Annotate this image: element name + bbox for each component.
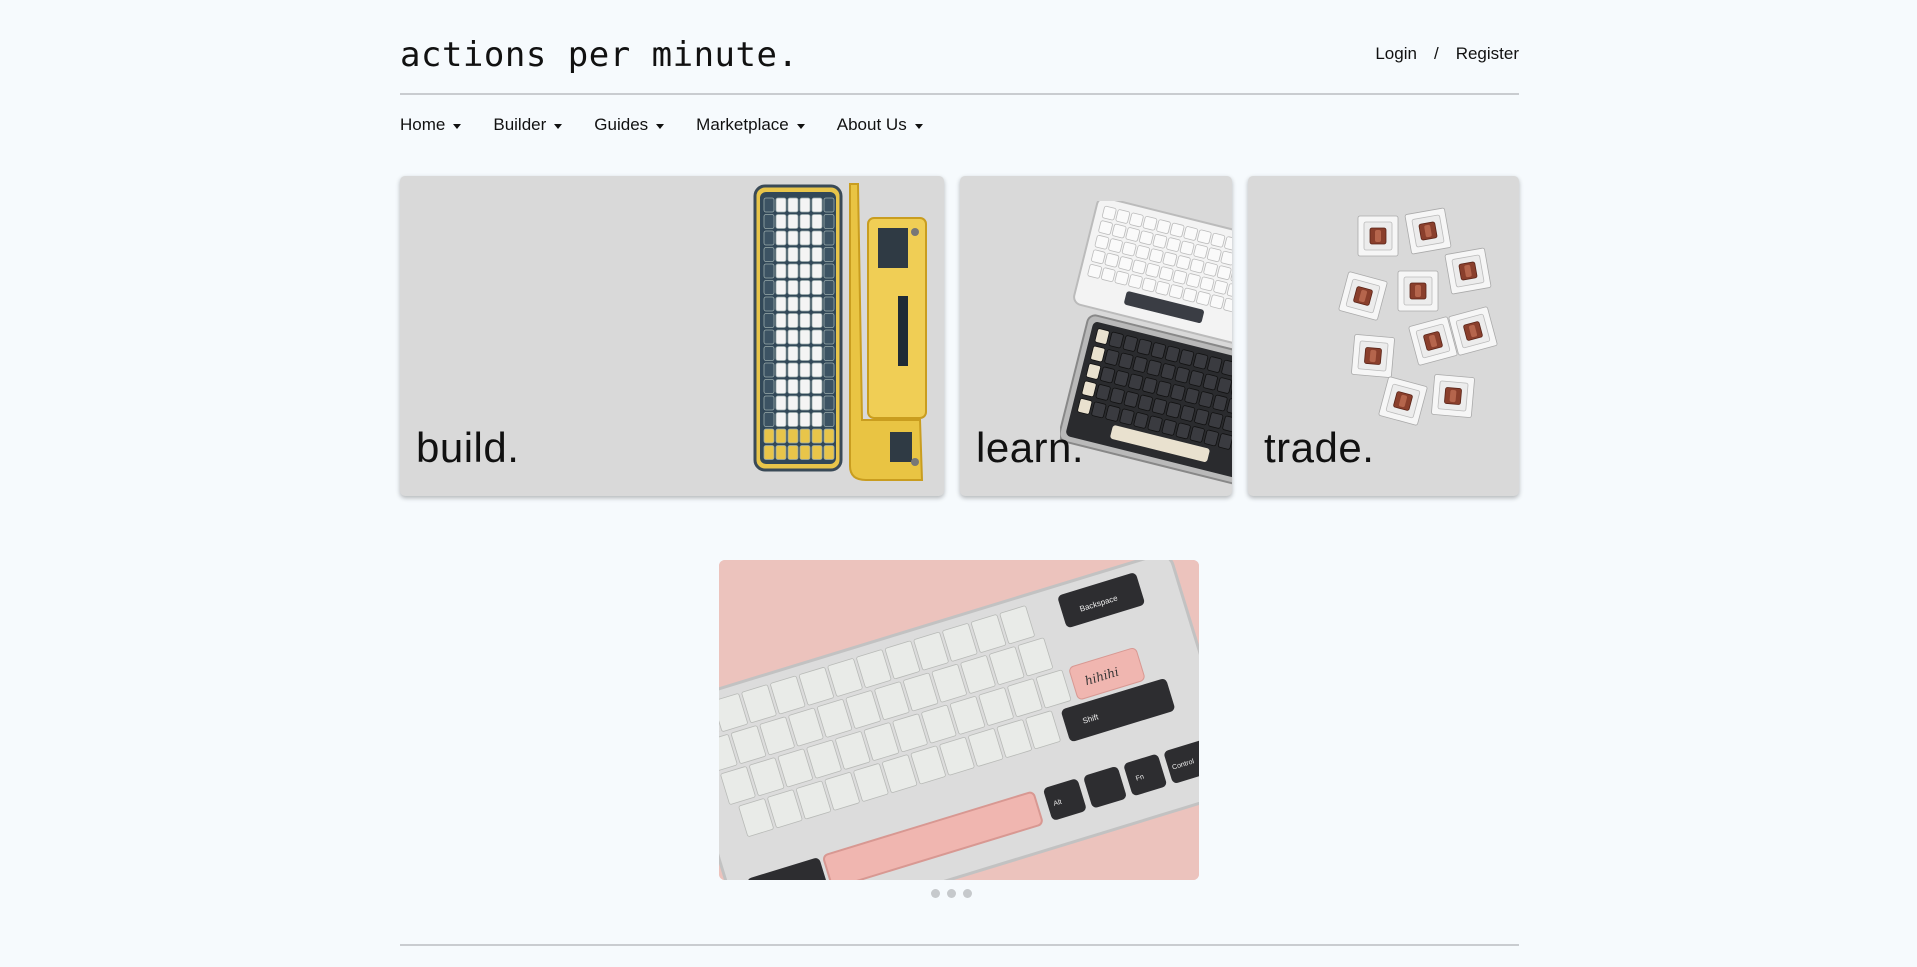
nav-guides[interactable]: Guides [594,113,665,137]
login-link[interactable]: Login [1375,44,1417,64]
nav-marketplace[interactable]: Marketplace [696,113,805,137]
nav-guides-label: Guides [594,115,649,134]
caret-down-icon [796,123,805,129]
trade-card-label: trade. [1264,424,1375,471]
caret-down-icon [656,123,665,129]
register-link[interactable]: Register [1456,44,1519,64]
feature-cards: build. learn. trade. [400,176,1519,497]
nav-about-us[interactable]: About Us [837,113,923,137]
site-logo[interactable]: actions per minute. [400,33,798,77]
carousel-indicators [931,889,972,898]
nav-home[interactable]: Home [400,113,462,137]
trade-card[interactable]: trade. [1248,176,1519,496]
carousel-dot-3[interactable] [963,889,972,898]
auth-links: Login / Register [1375,44,1519,64]
nav-builder-label: Builder [493,115,547,134]
header: actions per minute. Login / Register [400,0,1519,95]
nav-home-label: Home [400,115,446,134]
main-nav: Home Builder Guides Marketplace About Us [400,113,955,137]
nav-marketplace-label: Marketplace [696,115,789,134]
page-container: actions per minute. Login / Register Hom… [400,0,1519,496]
keyboards-stacked-image [1060,201,1232,486]
keyboard-yellow-image [753,183,927,481]
carousel-dot-2[interactable] [947,889,956,898]
build-card-label: build. [416,424,520,471]
auth-separator: / [1433,44,1439,63]
build-card[interactable]: build. [400,176,944,496]
pink-keyboard-image: Backspace hihihi Shift Alt Fn Control [719,560,1199,880]
nav-about-us-label: About Us [836,115,907,134]
header-divider [400,93,1519,95]
carousel-slide[interactable]: Backspace hihihi Shift Alt Fn Control [719,560,1199,880]
nav-builder[interactable]: Builder [493,113,563,137]
caret-down-icon [914,123,923,129]
footer-divider [400,944,1519,946]
learn-card-label: learn. [976,424,1085,471]
caret-down-icon [554,123,563,129]
caret-down-icon [453,123,462,129]
learn-card[interactable]: learn. [960,176,1232,496]
carousel-dot-1[interactable] [931,889,940,898]
